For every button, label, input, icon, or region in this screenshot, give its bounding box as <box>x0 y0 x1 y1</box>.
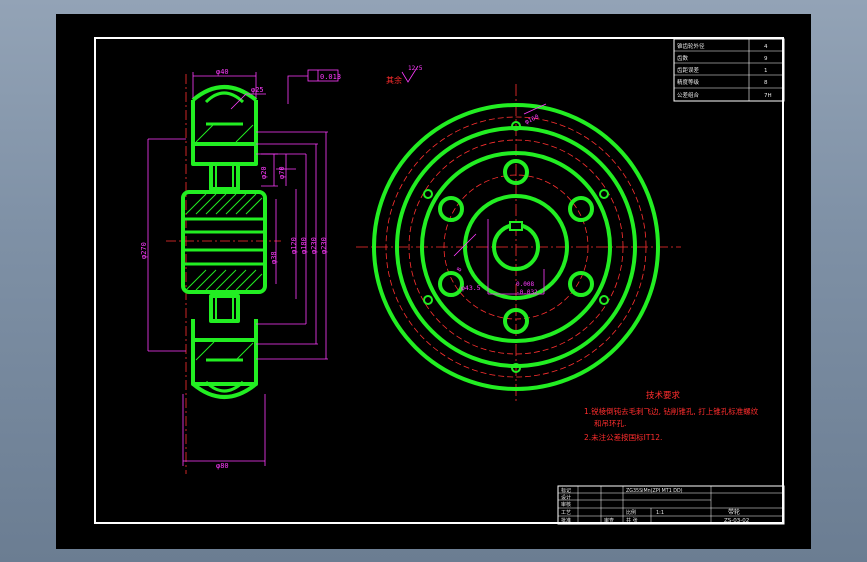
dim-bottom-width: φ80 <box>216 462 229 470</box>
prop-row-1-value: 4 <box>764 44 768 50</box>
dim-d230b: φ230 <box>320 237 328 254</box>
cad-drawing: φ40 0.013 φ25 φ80 φ270 φ20 φ70 φ38 φ120 … <box>140 38 785 525</box>
section-view <box>147 69 339 474</box>
tb-material: ZG35SiMn(ZPI MT1 DD) <box>626 488 683 494</box>
drawing-canvas: φ40 0.013 φ25 φ80 φ270 φ20 φ70 φ38 φ120 … <box>56 14 811 549</box>
dim-d180: φ180 <box>300 237 308 254</box>
prop-row-4-value: 8 <box>764 80 768 86</box>
property-table: 锥齿轮外径 4 齿数 9 齿距误差 1 精度等级 8 公差组合 7H <box>673 38 785 102</box>
prop-row-3-name: 齿距误差 <box>677 66 700 74</box>
prop-row-5-value: 7H <box>764 93 772 99</box>
roughness-note: 其余 <box>386 75 402 85</box>
tb-part-name: 带轮 <box>728 508 740 516</box>
tb-scale: 1:1 <box>656 510 664 516</box>
dim-keyway: 8 <box>456 266 464 273</box>
tb-r1c1: 标记 <box>561 487 571 494</box>
dim-bore-upper: 0.008 <box>516 281 534 288</box>
tb-drawing-no: ZS-03-02 <box>724 518 749 524</box>
prop-row-2-value: 9 <box>764 56 768 62</box>
prop-row-2-name: 齿数 <box>677 54 689 62</box>
dim-tolerance-frame: 0.013 <box>320 73 341 81</box>
dim-d20: φ20 <box>260 166 268 179</box>
dim-d120: φ120 <box>290 237 298 254</box>
dim-pcd: φ160 <box>524 113 540 126</box>
tb-r4c1: 工艺 <box>561 510 571 516</box>
dim-bore: φ43.5 <box>461 284 481 292</box>
title-block: 标记 设计 审核 工艺 批准 ZG35SiMn(ZPI MT1 DD) 比例 1… <box>557 485 785 525</box>
tb-scale-label: 比例 <box>626 509 636 516</box>
tech-title: 技术要求 <box>646 390 681 401</box>
tb-signer: 审查 <box>604 517 614 524</box>
tech-line-2: 2.未注公差按国标IT12. <box>584 432 662 442</box>
tb-r5c1: 批准 <box>561 517 571 524</box>
tb-r2c1: 设计 <box>561 494 571 501</box>
front-view: φ43.5 0.008 -0.032 8 φ160 <box>356 84 681 404</box>
dim-bore-lower: -0.032 <box>516 289 538 296</box>
prop-row-5-name: 公差组合 <box>677 91 700 99</box>
dim-d38: φ38 <box>270 251 278 264</box>
prop-row-4-name: 精度等级 <box>677 78 700 86</box>
roughness-value: 12.5 <box>408 65 423 72</box>
prop-row-3-value: 1 <box>764 68 768 74</box>
dim-d70: φ70 <box>278 166 286 179</box>
dim-top-width: φ40 <box>216 68 229 76</box>
dim-d230: φ230 <box>310 237 318 254</box>
dim-r25: φ25 <box>251 86 264 94</box>
tb-r3c1: 审核 <box>561 501 571 508</box>
tb-sheet-label: 共 张 <box>626 517 638 524</box>
tech-line-1b: 和吊环孔. <box>594 419 626 428</box>
tech-requirements: 技术要求 1.锐棱倒钝去毛刺飞边, 钻削锥孔, 打上锥孔标准螺纹 和吊环孔. 2… <box>584 390 759 442</box>
prop-row-1-name: 锥齿轮外径 <box>677 42 705 50</box>
tech-line-1: 1.锐棱倒钝去毛刺飞边, 钻削锥孔, 打上锥孔标准螺纹 <box>584 406 759 416</box>
dim-d270: φ270 <box>140 242 148 259</box>
